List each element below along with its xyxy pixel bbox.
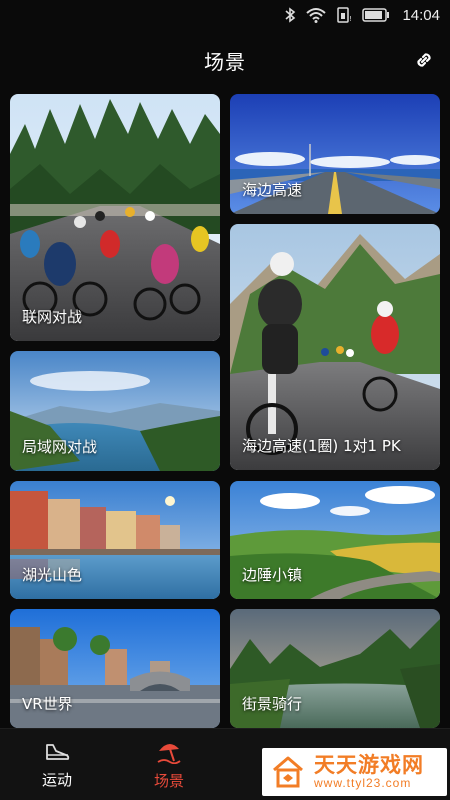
scene-label: 局域网对战 — [22, 438, 98, 456]
scene-label: 湖光山色 — [22, 566, 83, 584]
scene-card-seaside-pk[interactable]: 海边高速(1圈) 1对1 PK — [230, 224, 440, 470]
tab-label: 运动 — [41, 770, 72, 789]
scene-label: 街景骑行 — [242, 695, 303, 713]
page-title: 场景 — [204, 49, 246, 74]
svg-text:!: ! — [349, 15, 352, 23]
watermark-url: www.ttyl23.com — [314, 775, 412, 790]
scene-card-lan-battle[interactable]: 局域网对战 — [10, 351, 220, 471]
tab-sport[interactable]: 运动 — [2, 729, 112, 800]
clock: 14:04 — [402, 6, 440, 24]
scene-image-racers-mountain — [230, 224, 440, 470]
status-bar: ! 14:04 — [0, 0, 450, 30]
scene-grid: 联网对战 海边高速 海边高速(1圈) 1对1 PK 局域网对战 湖光山色 边陲小… — [0, 94, 450, 728]
scene-card-online-battle[interactable]: 联网对战 — [10, 94, 220, 341]
scene-label: 联网对战 — [22, 308, 83, 326]
bluetooth-icon — [285, 7, 296, 23]
wifi-icon — [306, 8, 327, 23]
app-header: 场景 — [0, 30, 450, 90]
tab-scene[interactable]: 场景 — [114, 729, 224, 800]
link-icon[interactable] — [412, 48, 436, 72]
scene-label: 海边高速(1圈) 1对1 PK — [242, 437, 401, 455]
scene-label: 海边高速 — [242, 181, 303, 199]
watermark-logo: 天天游戏网 www.ttyl23.com — [262, 748, 447, 796]
scene-card-lake-mountain[interactable]: 湖光山色 — [10, 481, 220, 599]
shoe-icon — [46, 743, 70, 760]
scene-label: 边陲小镇 — [242, 566, 303, 584]
tab-label: 场景 — [153, 771, 184, 790]
battery-icon — [362, 8, 390, 22]
beach-umbrella-icon — [157, 743, 181, 764]
watermark-text: 天天游戏网 — [314, 752, 424, 777]
scene-image-cyclists-forest — [10, 94, 220, 341]
scene-card-vr-world[interactable]: VR世界 — [10, 609, 220, 728]
sim-card-icon: ! — [337, 7, 352, 23]
scene-card-seaside-highway[interactable]: 海边高速 — [230, 94, 440, 214]
scene-label: VR世界 — [22, 695, 73, 713]
scene-card-street-ride[interactable]: 街景骑行 — [230, 609, 440, 728]
scene-card-border-town[interactable]: 边陲小镇 — [230, 481, 440, 599]
house-logo-icon — [273, 756, 303, 788]
